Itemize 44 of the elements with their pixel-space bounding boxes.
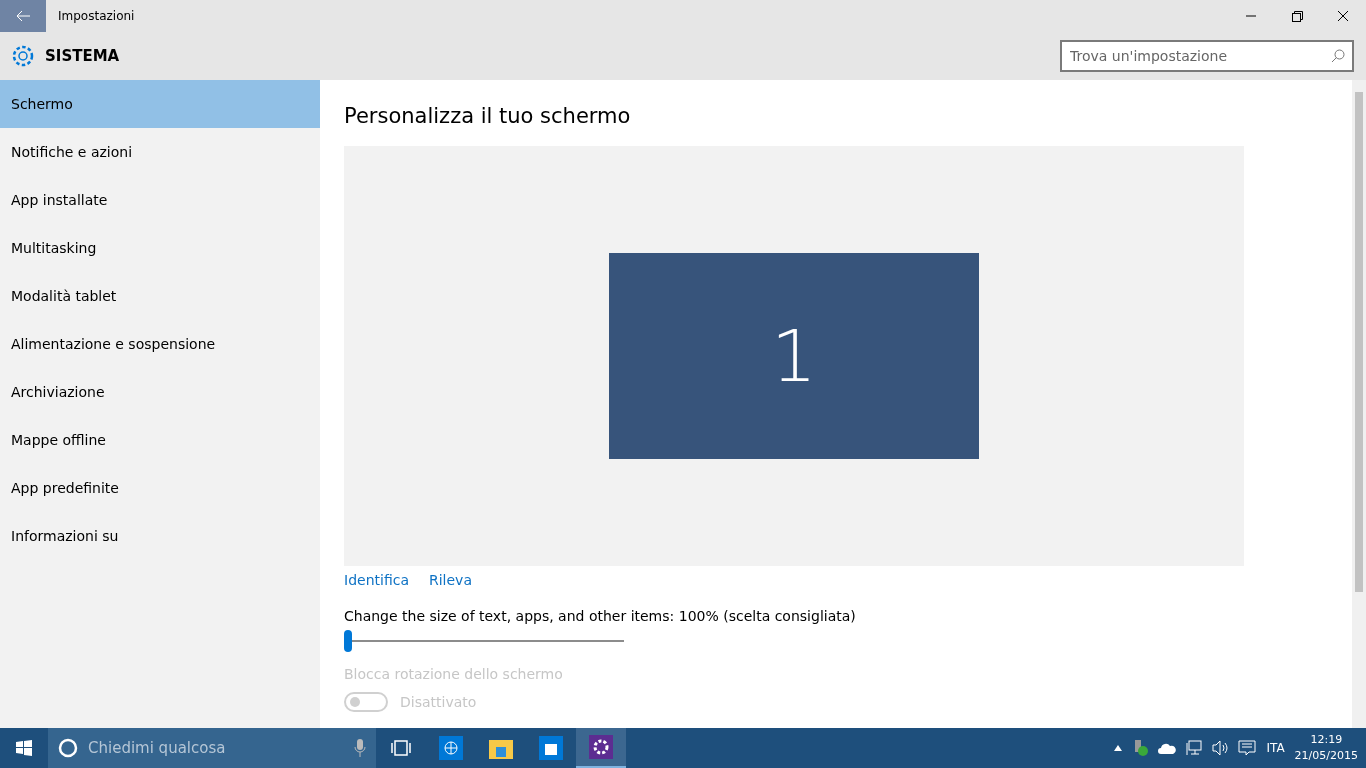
scale-label: Change the size of text, apps, and other items: 100% (scelta consigliata) — [344, 608, 857, 624]
page-title: Personalizza il tuo schermo — [344, 104, 632, 128]
circle-icon — [58, 738, 78, 758]
notification-icon — [1238, 740, 1257, 756]
search-icon — [1331, 49, 1345, 63]
cloud-icon — [1158, 742, 1177, 754]
globe-icon — [439, 736, 463, 760]
section-title: SISTEMA — [45, 47, 121, 65]
sidebar-item[interactable]: App installate — [0, 176, 320, 224]
back-arrow-icon — [16, 10, 30, 22]
language-indicator[interactable]: ITA — [1266, 741, 1285, 755]
sidebar-item[interactable]: App predefinite — [0, 464, 320, 512]
sidebar-item[interactable]: Modalità tablet — [0, 272, 320, 320]
folder-icon — [489, 737, 513, 759]
windows-logo-icon — [16, 740, 32, 756]
microphone-icon — [354, 739, 366, 757]
rotation-lock-label: Blocca rotazione dello schermo — [344, 666, 564, 682]
monitor-tile[interactable]: 1 — [609, 253, 979, 459]
scrollbar[interactable] — [1352, 80, 1366, 728]
taskbar-search-field[interactable]: Chiedimi qualcosa — [48, 728, 376, 768]
restore-icon — [1291, 10, 1303, 22]
sidebar-item[interactable]: Alimentazione e sospensione — [0, 320, 320, 368]
caret-up-icon — [1114, 745, 1123, 751]
scale-slider[interactable] — [344, 630, 624, 652]
link[interactable]: Rileva — [429, 572, 472, 588]
speaker-icon — [1212, 740, 1229, 756]
window-title: Impostazioni — [58, 9, 136, 23]
toggle-state: Disattivato — [400, 694, 477, 710]
network-icon — [1186, 740, 1203, 756]
taskbar-app-button[interactable] — [576, 728, 626, 768]
task-view-icon — [391, 740, 411, 756]
slider-thumb[interactable] — [344, 630, 352, 652]
search-field[interactable]: Trova un'impostazione — [1060, 40, 1354, 72]
sidebar-item[interactable]: Multitasking — [0, 224, 320, 272]
sidebar-item[interactable]: Schermo — [0, 80, 320, 128]
clock[interactable]: 12:19 21/05/2015 — [1294, 732, 1358, 764]
link[interactable]: Identifica — [344, 572, 409, 588]
sidebar-item[interactable]: Mappe offline — [0, 416, 320, 464]
sidebar-item[interactable]: Notifiche e azioni — [0, 128, 320, 176]
sidebar-item[interactable]: Archiviazione — [0, 368, 320, 416]
gear-icon — [589, 735, 613, 759]
sidebar-item[interactable]: Informazioni su — [0, 512, 320, 560]
close-icon — [1338, 11, 1348, 21]
settings-icon — [11, 44, 35, 68]
